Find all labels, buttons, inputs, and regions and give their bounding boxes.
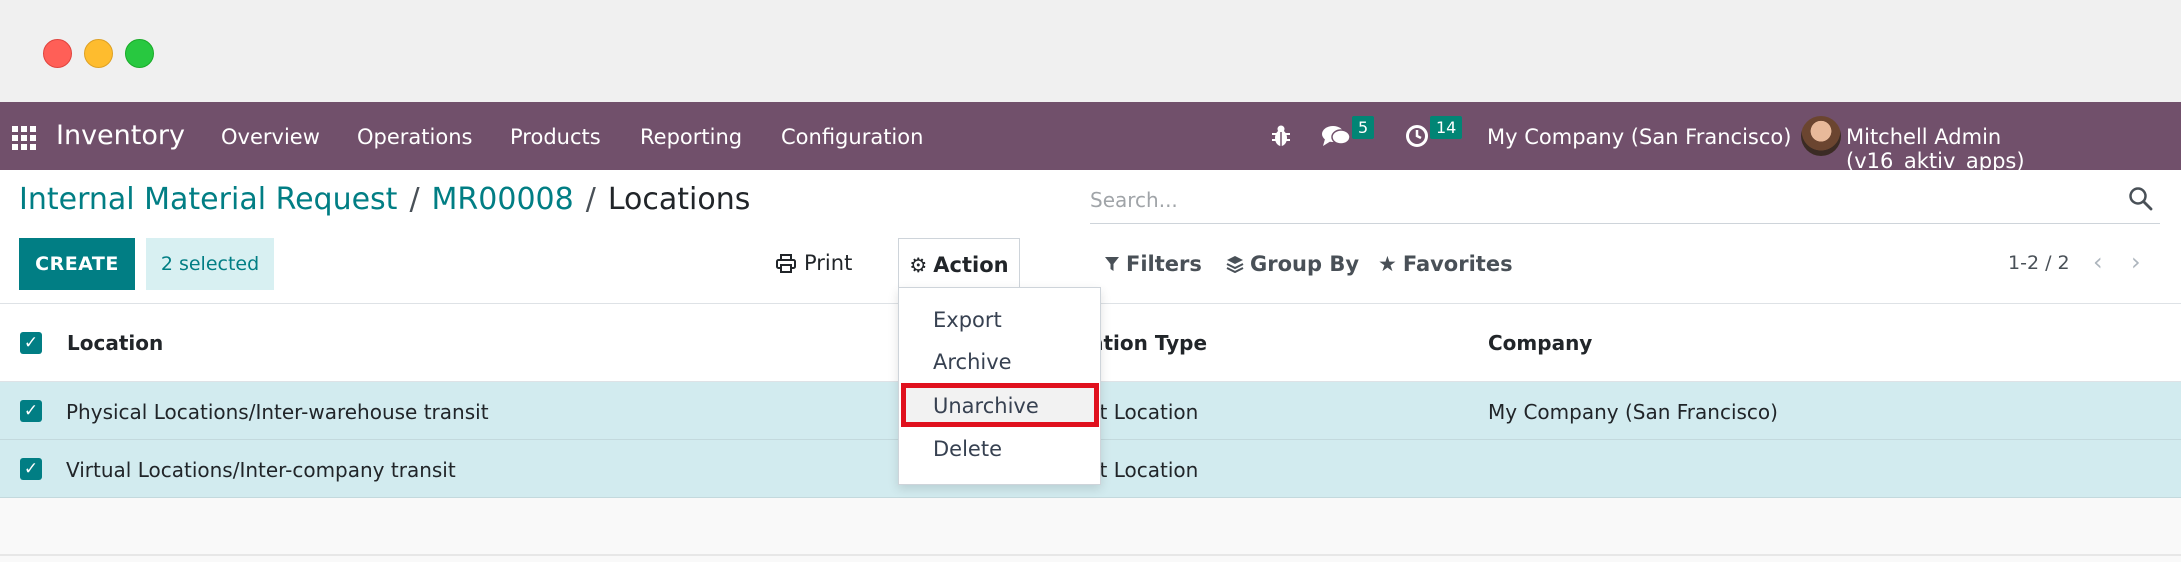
messages-count-badge: 5 (1352, 116, 1375, 139)
row-checkbox[interactable]: ✓ (20, 400, 42, 422)
minimize-window-button[interactable] (84, 39, 113, 68)
company-switcher[interactable]: My Company (San Francisco) (1487, 125, 1791, 149)
star-icon: ★ (1378, 252, 1397, 276)
print-button[interactable]: Print (776, 251, 852, 275)
group-by-button[interactable]: Group By (1226, 252, 1359, 276)
selected-count-badge[interactable]: 2 selected (146, 238, 274, 290)
top-navbar: Inventory Overview Operations Products R… (0, 102, 2181, 173)
column-company[interactable]: Company (1488, 331, 1592, 355)
cell-location-type: it Location (1094, 400, 1199, 424)
user-avatar[interactable] (1801, 116, 1841, 156)
menu-products[interactable]: Products (510, 125, 601, 149)
user-menu[interactable]: Mitchell Admin (v16_aktiv_apps) (1846, 125, 2181, 173)
window-titlebar (0, 0, 2181, 102)
divider (0, 554, 2181, 556)
activities-count-badge: 14 (1430, 116, 1463, 139)
column-location[interactable]: Location (67, 331, 163, 355)
gear-icon: ⚙ (909, 252, 928, 277)
activities-clock-icon[interactable] (1405, 124, 1429, 148)
menu-item-unarchive[interactable]: Unarchive (933, 394, 1039, 418)
filters-button[interactable]: Filters (1104, 252, 1202, 276)
messages-icon[interactable] (1321, 123, 1351, 149)
breadcrumb-record[interactable]: MR00008 (432, 182, 574, 217)
maximize-window-button[interactable] (125, 39, 154, 68)
pager-value[interactable]: 1-2 / 2 (2008, 252, 2070, 274)
apps-grid-icon[interactable] (12, 126, 36, 150)
chevron-left-icon[interactable]: ‹ (2093, 248, 2103, 276)
filter-funnel-icon (1105, 257, 1119, 271)
row-checkbox[interactable]: ✓ (20, 458, 42, 480)
menu-operations[interactable]: Operations (357, 125, 472, 149)
action-dropdown-menu: Export Archive Unarchive Delete (898, 287, 1101, 485)
breadcrumb-material-request[interactable]: Internal Material Request (19, 182, 397, 217)
column-location-type[interactable]: ation Type (1090, 331, 1207, 355)
print-label: Print (804, 251, 853, 275)
menu-item-export[interactable]: Export (933, 308, 1002, 332)
menu-reporting[interactable]: Reporting (640, 125, 742, 149)
menu-item-archive[interactable]: Archive (933, 350, 1012, 374)
search-bar (1090, 182, 2160, 224)
app-name[interactable]: Inventory (56, 120, 185, 151)
action-button[interactable]: ⚙ Action (898, 238, 1020, 290)
page-title: Locations (607, 182, 751, 217)
cell-location-type: it Location (1094, 458, 1199, 482)
menu-configuration[interactable]: Configuration (781, 125, 923, 149)
cell-company: My Company (San Francisco) (1488, 400, 1778, 424)
favorites-button[interactable]: ★ Favorites (1378, 252, 1513, 276)
chevron-right-icon[interactable]: › (2131, 248, 2141, 276)
cell-location: Virtual Locations/Inter-company transit (66, 458, 456, 482)
cell-location: Physical Locations/Inter-warehouse trans… (66, 400, 489, 424)
menu-overview[interactable]: Overview (221, 125, 320, 149)
select-all-checkbox[interactable]: ✓ (20, 332, 42, 354)
layers-icon (1226, 256, 1244, 273)
search-icon[interactable] (2128, 186, 2154, 212)
printer-icon (776, 253, 796, 273)
action-label: Action (933, 252, 1009, 277)
search-input[interactable] (1090, 182, 2070, 218)
breadcrumb: Internal Material Request / MR00008/Locati… (19, 182, 751, 217)
menu-item-delete[interactable]: Delete (933, 437, 1002, 461)
debug-bug-icon[interactable] (1270, 124, 1292, 148)
create-button[interactable]: CREATE (19, 238, 135, 290)
close-window-button[interactable] (43, 39, 72, 68)
control-panel: Internal Material Request / MR00008/Locati… (0, 170, 2181, 304)
